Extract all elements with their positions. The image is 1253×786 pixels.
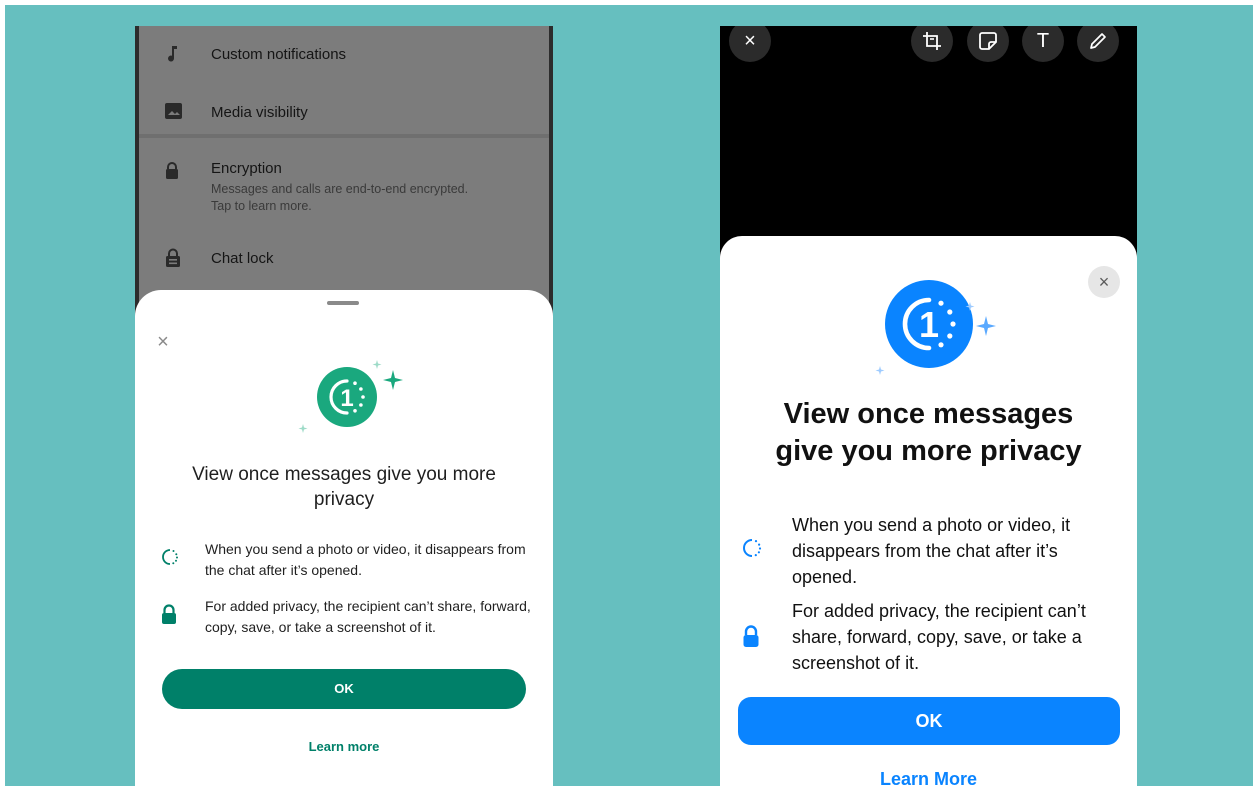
view-once-badge-icon: 1	[295, 354, 415, 444]
settings-item-media-visibility[interactable]: Media visibility	[135, 96, 553, 126]
learn-more-link[interactable]: Learn More	[720, 769, 1137, 786]
learn-more-link[interactable]: Learn more	[135, 739, 553, 754]
close-icon[interactable]: ×	[1088, 266, 1120, 298]
badge-digit: 1	[340, 385, 353, 412]
lock-icon	[161, 604, 179, 624]
bottom-sheet-view-once: × 1 View once messages give you more pri…	[135, 290, 553, 786]
sticker-icon[interactable]	[967, 26, 1009, 62]
info-text: For added privacy, the recipient can’t s…	[205, 598, 531, 635]
encryption-sublabel-line1: Messages and calls are end-to-end encryp…	[211, 182, 469, 196]
chat-lock-icon	[165, 248, 181, 267]
encryption-sublabel-line2: Tap to learn more.	[211, 199, 312, 213]
section-divider	[135, 134, 553, 138]
close-icon[interactable]: ×	[729, 26, 771, 62]
ok-button[interactable]: OK	[738, 697, 1120, 745]
sheet-title-line1: View once messages	[783, 398, 1074, 430]
view-once-dashed-circle-icon	[742, 538, 762, 560]
badge-digit: 1	[919, 304, 939, 345]
sheet-title: View once messages give you more privacy	[740, 396, 1117, 470]
lock-icon	[742, 625, 762, 647]
settings-item-label: Chat lock	[211, 250, 274, 267]
text-tool-icon[interactable]: T	[1022, 26, 1064, 62]
ios-phone-screen: × T × 1 View once messages give you more…	[720, 26, 1137, 786]
settings-item-encryption[interactable]: Encryption Messages and calls are end-to…	[135, 156, 553, 226]
settings-item-chat-lock[interactable]: Chat lock	[135, 244, 553, 274]
sheet-title-line2: give you more privacy	[775, 435, 1082, 467]
sheet-title: View once messages give you more privacy	[192, 464, 496, 510]
settings-item-label: Media visibility	[211, 104, 308, 121]
info-text: For added privacy, the recipient can’t s…	[792, 601, 1086, 673]
ok-button[interactable]: OK	[162, 669, 526, 709]
bottom-sheet-view-once: × 1 View once messages give you more pri…	[720, 236, 1137, 786]
view-once-badge-icon: 1	[870, 266, 1010, 376]
image-icon	[165, 103, 182, 119]
music-note-icon	[165, 45, 181, 62]
drag-handle[interactable]	[327, 301, 359, 305]
crop-rotate-icon[interactable]	[911, 26, 953, 62]
settings-item-label: Custom notifications	[211, 46, 347, 63]
settings-item-custom-notifications[interactable]: Custom notifications	[135, 40, 553, 70]
info-text: When you send a photo or video, it disap…	[205, 541, 526, 578]
android-phone-screen: Custom notifications Media visibility En…	[135, 26, 553, 786]
close-icon[interactable]: ×	[153, 332, 173, 352]
settings-item-label: Encryption	[211, 160, 282, 177]
info-text: When you send a photo or video, it disap…	[792, 515, 1071, 587]
view-once-dashed-circle-icon	[161, 548, 179, 568]
lock-icon	[165, 162, 181, 179]
pencil-icon[interactable]	[1077, 26, 1119, 62]
